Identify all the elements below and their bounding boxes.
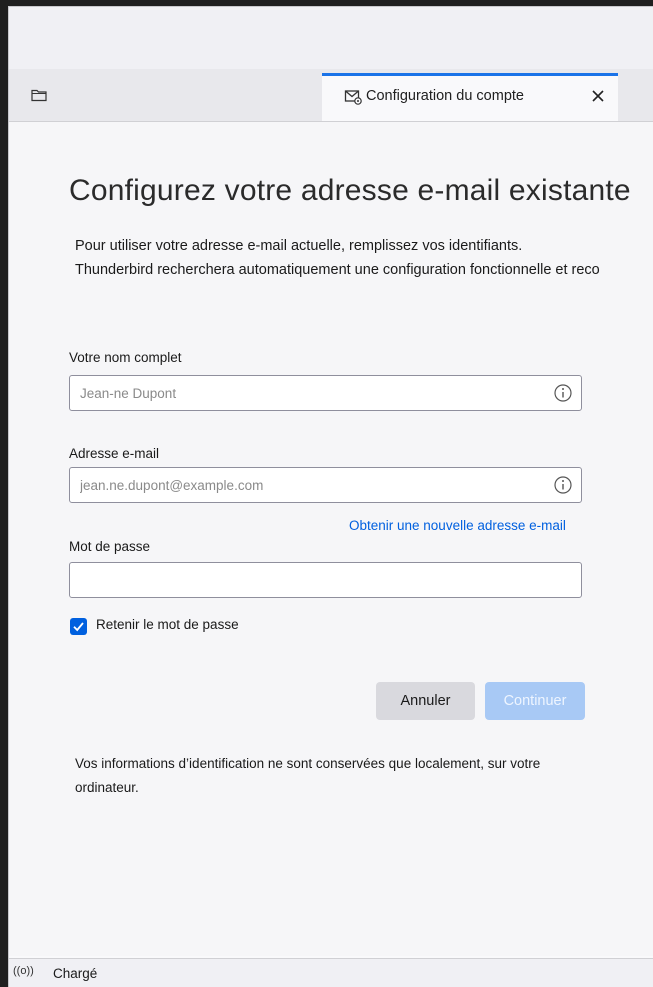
status-text: Chargé [53, 966, 98, 981]
subtitle-line-2: Thunderbird recherchera automatiquement … [75, 262, 600, 278]
mail-settings-icon [344, 88, 362, 106]
password-label: Mot de passe [69, 539, 151, 554]
checkmark-icon [73, 622, 84, 632]
account-setup-page: Configurez votre adresse e-mail existant… [9, 122, 653, 956]
password-input[interactable] [70, 563, 581, 597]
email-field-wrapper [69, 467, 582, 503]
privacy-footnote: Vos informations d’identification ne son… [75, 756, 541, 795]
app-window: Configuration du compte Configurez votre… [8, 6, 653, 987]
cancel-button[interactable]: Annuler [376, 682, 475, 720]
tab-account-setup[interactable]: Configuration du compte [322, 73, 618, 121]
password-field-wrapper [69, 562, 582, 598]
page-title: Configurez votre adresse e-mail existant… [69, 174, 631, 207]
title-bar [9, 7, 653, 70]
full-name-field-wrapper [69, 375, 582, 411]
tab-title: Configuration du compte [366, 88, 524, 104]
tab-bar: Configuration du compte [9, 69, 653, 122]
page-subtitle: Pour utiliser votre adresse e-mail actue… [75, 234, 600, 282]
info-icon[interactable] [553, 383, 573, 403]
folder-icon[interactable] [29, 85, 49, 105]
full-name-label: Votre nom complet [69, 350, 182, 365]
remember-password-checkbox[interactable] [70, 618, 87, 635]
info-icon[interactable] [553, 475, 573, 495]
subtitle-line-1: Pour utiliser votre adresse e-mail actue… [75, 238, 523, 254]
status-bar: ((o)) Chargé [9, 958, 653, 987]
get-new-email-link[interactable]: Obtenir une nouvelle adresse e-mail [349, 518, 566, 533]
email-input[interactable] [70, 468, 540, 502]
connection-status-icon[interactable]: ((o)) [13, 965, 34, 977]
email-label: Adresse e-mail [69, 446, 160, 461]
remember-password-label[interactable]: Retenir le mot de passe [96, 617, 239, 632]
continue-button[interactable]: Continuer [485, 682, 585, 720]
close-icon[interactable] [586, 84, 610, 108]
full-name-input[interactable] [70, 376, 540, 410]
